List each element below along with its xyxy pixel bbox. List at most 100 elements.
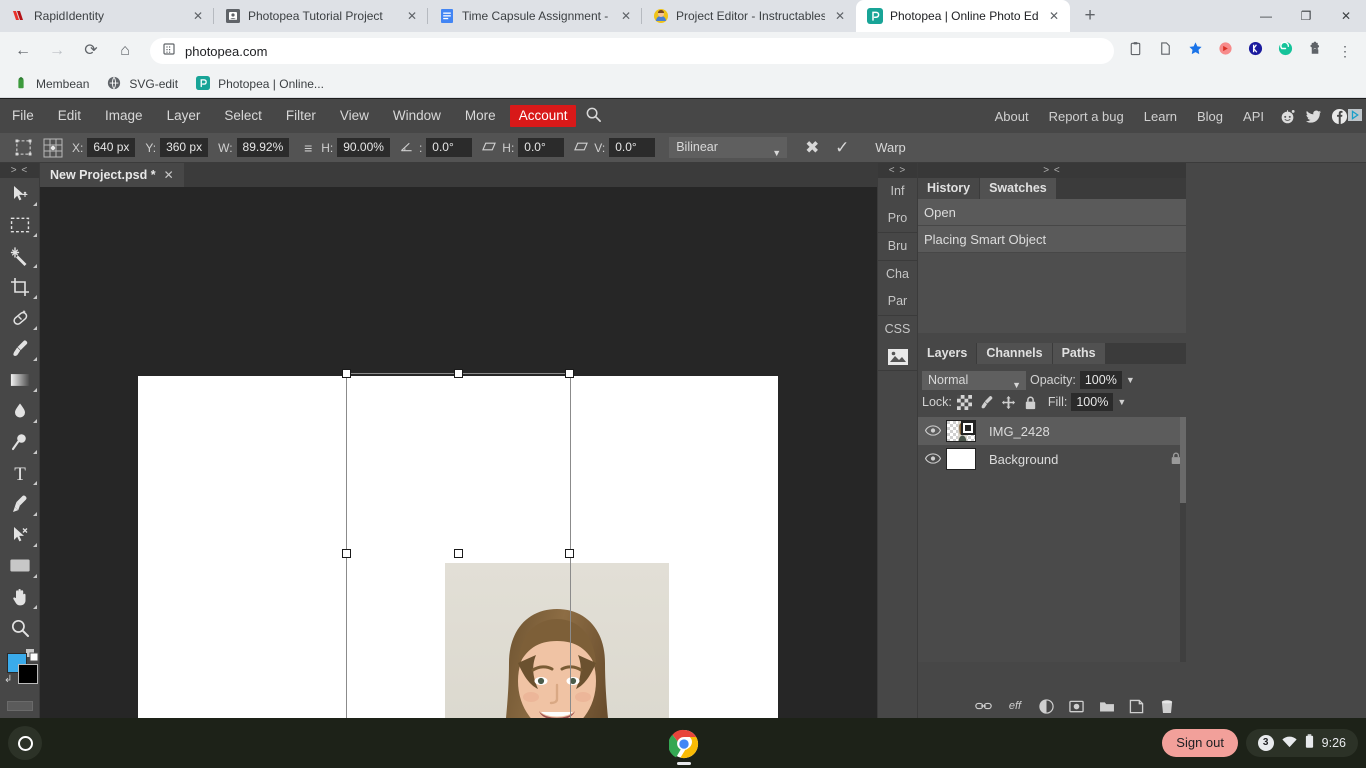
transform-y-input[interactable]: 360 px [160,138,208,157]
skew-h-input[interactable]: 0.0° [518,138,564,157]
reload-icon[interactable]: ⟳ [76,36,106,66]
tools-collapse-grip[interactable]: > < [0,163,39,178]
menu-image[interactable]: Image [93,99,155,133]
link-report-a-bug[interactable]: Report a bug [1039,109,1134,124]
transform-angle-input[interactable]: 0.0° [426,138,472,157]
layer-effects-icon[interactable]: eff [1005,698,1025,715]
menu-more[interactable]: More [453,99,508,133]
quick-mask-icon[interactable] [7,701,33,711]
layer-row-img-2428[interactable]: IMG_2428 [918,417,1186,445]
transform-h-input[interactable]: 90.00% [337,138,390,157]
commit-transform-icon[interactable]: ✓ [827,138,857,158]
pen-tool-icon[interactable] [0,488,40,519]
wifi-icon[interactable] [1282,736,1297,751]
zoom-tool-icon[interactable] [0,612,40,643]
transform-w-input[interactable]: 89.92% [237,138,290,157]
rail-tab-brushes[interactable]: Bru [878,233,917,260]
canvas-area[interactable] [40,187,877,718]
spot-healing-brush-tool-icon[interactable] [0,302,40,333]
page-icon[interactable] [1150,36,1180,66]
tab-close-icon[interactable]: ✕ [618,8,634,24]
tab-close-icon[interactable]: ✕ [404,8,420,24]
extension-grammarly-icon[interactable] [1270,36,1300,66]
document-tab-new-project[interactable]: New Project.psd * ✕ [40,163,184,187]
crop-tool-icon[interactable] [0,271,40,302]
account-button[interactable]: Account [510,105,577,127]
history-item-placing-smart-object[interactable]: Placing Smart Object [918,226,1186,253]
rail-tab-css[interactable]: CSS [878,316,917,343]
default-colors-icon[interactable] [26,649,39,664]
link-learn[interactable]: Learn [1134,109,1187,124]
layer-thumbnail[interactable] [946,448,976,470]
rectangular-marquee-tool-icon[interactable] [0,209,40,240]
tab-layers[interactable]: Layers [918,343,976,364]
layer-visibility-eye-icon[interactable] [920,424,946,439]
browser-tab-4[interactable]: Photopea | Online Photo Editor ✕ [856,0,1070,32]
menu-view[interactable]: View [328,99,381,133]
lock-pixels-icon[interactable] [978,393,996,411]
rail-tab-info[interactable]: Inf [878,178,917,205]
tab-close-icon[interactable]: ✕ [832,8,848,24]
interpolation-select[interactable]: Bilinear ▼ [669,137,787,158]
menu-file[interactable]: File [0,99,46,133]
tab-close-icon[interactable]: ✕ [1046,8,1062,24]
move-tool-icon[interactable] [0,178,40,209]
shape-tool-icon[interactable] [0,550,40,581]
opacity-input[interactable]: 100% [1080,371,1122,389]
back-icon[interactable]: ← [8,36,38,66]
maximize-button[interactable]: ❐ [1286,0,1326,32]
magic-wand-tool-icon[interactable] [0,240,40,271]
reference-point-grid-icon[interactable] [42,137,64,159]
rail-tab-character[interactable]: Cha [878,261,917,288]
clipboard-icon[interactable] [1120,36,1150,66]
cancel-transform-icon[interactable]: ✖ [797,138,827,158]
chrome-menu-icon[interactable]: ⋮ [1330,36,1360,66]
notification-count-badge[interactable]: 3 [1258,735,1274,751]
tab-close-icon[interactable]: ✕ [190,8,206,24]
forward-icon[interactable]: → [42,36,72,66]
browser-tab-2[interactable]: Time Capsule Assignment - Goo ✕ [428,0,642,32]
new-group-icon[interactable] [1098,698,1115,715]
background-color-swatch[interactable] [18,664,38,684]
search-icon[interactable] [578,106,608,126]
link-about[interactable]: About [985,109,1039,124]
dodge-tool-icon[interactable] [0,426,40,457]
document-tab-close-icon[interactable]: ✕ [164,168,174,182]
fill-input[interactable]: 100% [1071,393,1113,411]
menu-window[interactable]: Window [381,99,453,133]
link-blog[interactable]: Blog [1187,109,1233,124]
layer-name[interactable]: Background [976,452,1166,467]
paint-brush-tool-icon[interactable] [0,333,40,364]
fill-chevron-down-icon[interactable]: ▼ [1117,397,1126,407]
gradient-tool-icon[interactable] [0,364,40,395]
link-layers-icon[interactable] [975,698,992,715]
layer-thumbnail[interactable] [946,420,976,442]
lock-position-icon[interactable] [1000,393,1018,411]
hand-tool-icon[interactable] [0,581,40,612]
bookmark-star-icon[interactable] [1180,36,1210,66]
launcher-icon[interactable] [8,726,42,760]
battery-icon[interactable] [1305,734,1314,752]
tab-swatches[interactable]: Swatches [980,178,1056,199]
bookmark-svgedit[interactable]: SVG-edit [107,76,178,92]
rail-tab-paragraph[interactable]: Par [878,288,917,315]
site-info-icon[interactable] [162,42,176,61]
layer-list-scrollbar[interactable] [1180,417,1186,662]
transform-x-input[interactable]: 640 px [87,138,135,157]
extension-redirect-icon[interactable] [1210,36,1240,66]
new-tab-button[interactable]: + [1076,2,1104,30]
blur-tool-icon[interactable] [0,395,40,426]
status-tray[interactable]: 3 9:26 [1246,729,1358,757]
menu-edit[interactable]: Edit [46,99,93,133]
twitter-icon[interactable] [1300,99,1326,133]
browser-tab-1[interactable]: Photopea Tutorial Project ✕ [214,0,428,32]
panels-collapse-grip[interactable]: > < [918,163,1186,178]
minimize-button[interactable]: — [1246,0,1286,32]
extension-k-icon[interactable] [1240,36,1270,66]
extensions-puzzle-icon[interactable] [1300,36,1330,66]
skew-v-input[interactable]: 0.0° [609,138,655,157]
tab-history[interactable]: History [918,178,979,199]
lock-transparency-icon[interactable] [956,393,974,411]
menu-select[interactable]: Select [212,99,274,133]
right-rail-expand-grip[interactable]: < > [878,163,917,178]
